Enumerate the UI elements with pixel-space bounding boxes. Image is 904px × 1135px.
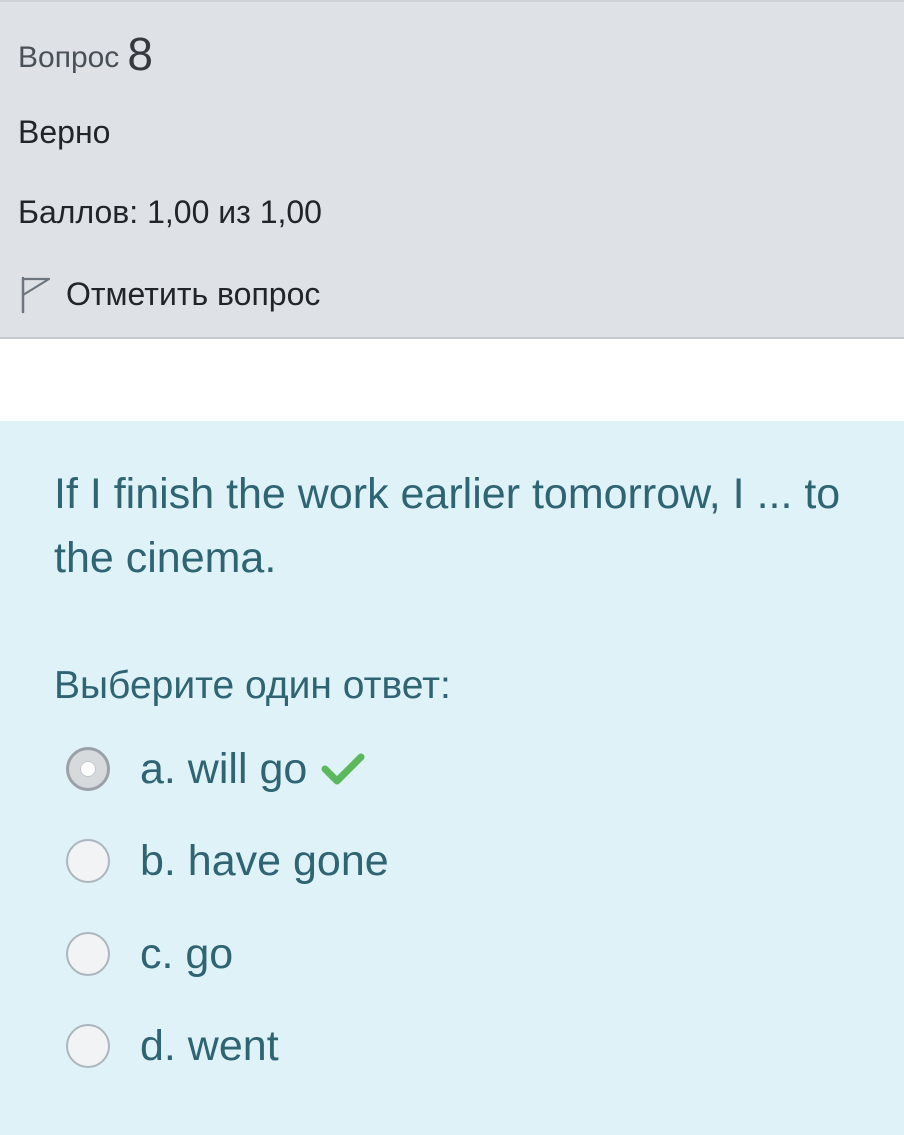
question-number: 8	[127, 28, 153, 80]
question-state: Верно	[18, 114, 111, 150]
question-grade: Баллов: 1,00 из 1,00	[18, 194, 322, 230]
check-icon	[321, 751, 365, 787]
answer-label: b. have gone	[140, 836, 389, 885]
radio-button[interactable]	[66, 932, 110, 976]
question-info-panel: Вопрос 8 Верно Баллов: 1,00 из 1,00 Отмет…	[0, 0, 904, 339]
flag-question-link[interactable]: Отметить вопрос	[18, 272, 320, 316]
flag-question-label: Отметить вопрос	[66, 275, 321, 312]
question-text: If I finish the work earlier tomorrow, I…	[54, 470, 841, 582]
answer-option-a[interactable]: a. will go	[66, 741, 365, 797]
flag-icon	[18, 274, 52, 314]
answer-label: c. go	[140, 929, 234, 978]
radio-button[interactable]	[66, 839, 110, 883]
question-label: Вопрос	[18, 41, 120, 74]
answer-option-b[interactable]: b. have gone	[66, 833, 389, 889]
question-number-heading: Вопрос 8	[18, 24, 153, 80]
answer-label: a. will go	[140, 744, 308, 793]
radio-button[interactable]	[66, 1024, 110, 1068]
radio-button-selected[interactable]	[66, 747, 110, 791]
answer-option-c[interactable]: c. go	[66, 926, 233, 982]
answer-option-d[interactable]: d. went	[66, 1018, 279, 1074]
answer-label: d. went	[140, 1021, 279, 1070]
answer-prompt: Выберите один ответ:	[54, 664, 451, 707]
